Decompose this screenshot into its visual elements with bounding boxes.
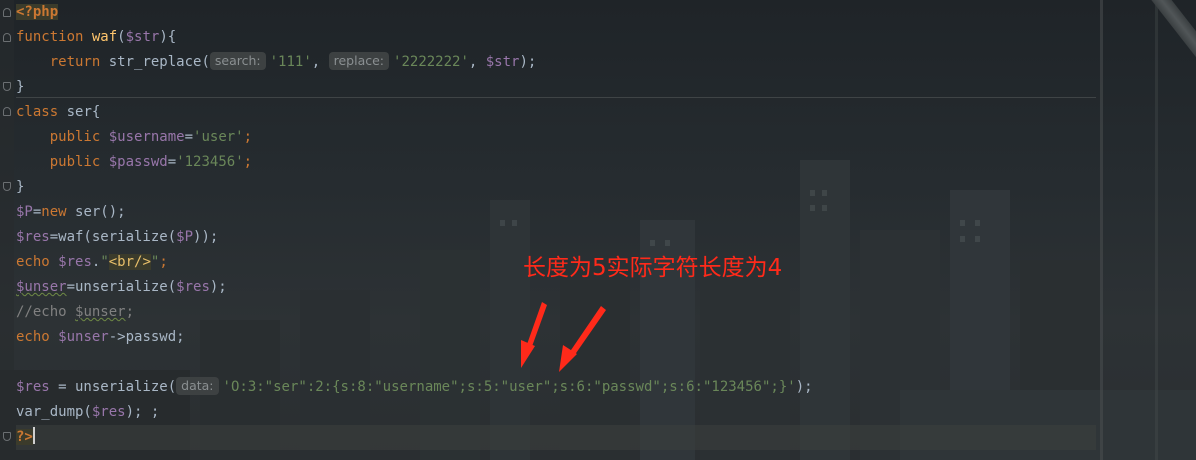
annotation-arrows [521, 302, 606, 372]
arrow-right [559, 306, 606, 372]
arrow-left [521, 302, 547, 368]
